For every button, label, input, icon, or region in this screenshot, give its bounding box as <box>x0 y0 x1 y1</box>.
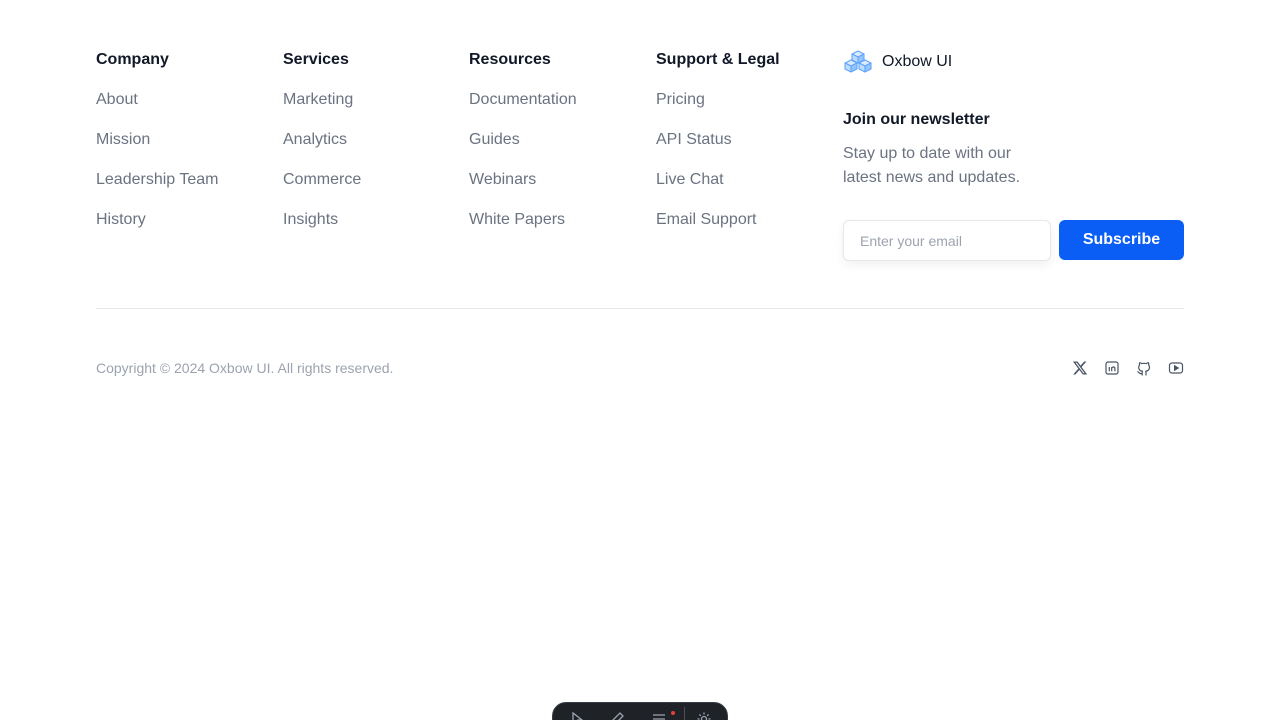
footer-columns: Company About Mission Leadership Team Hi… <box>96 50 1184 270</box>
notification-dot <box>671 711 675 715</box>
email-input[interactable] <box>843 220 1051 261</box>
footer-link-api-status[interactable]: API Status <box>656 131 732 148</box>
footer-bottom-bar: Copyright © 2024 Oxbow UI. All rights re… <box>96 358 1184 378</box>
cubes-logo-icon <box>843 50 873 74</box>
newsletter-title: Join our newsletter <box>843 111 990 128</box>
brand[interactable]: Oxbow UI <box>843 50 952 74</box>
footer-link-documentation[interactable]: Documentation <box>469 91 577 108</box>
footer-link-history[interactable]: History <box>96 211 146 228</box>
settings-icon[interactable] <box>696 711 712 720</box>
linkedin-icon[interactable] <box>1104 360 1120 376</box>
x-icon[interactable] <box>1072 360 1088 376</box>
footer-link-leadership-team[interactable]: Leadership Team <box>96 171 218 188</box>
footer-link-webinars[interactable]: Webinars <box>469 171 536 188</box>
footer-link-insights[interactable]: Insights <box>283 211 338 228</box>
footer-link-mission[interactable]: Mission <box>96 131 150 148</box>
menu-icon[interactable] <box>651 711 667 720</box>
footer-link-email-support[interactable]: Email Support <box>656 211 757 228</box>
footer-link-guides[interactable]: Guides <box>469 131 520 148</box>
footer-link-commerce[interactable]: Commerce <box>283 171 361 188</box>
copyright-text: Copyright © 2024 Oxbow UI. All rights re… <box>96 360 394 376</box>
newsletter-description: Stay up to date with our latest news and… <box>843 145 1021 186</box>
newsletter-section: Join our newsletter Stay up to date with… <box>843 110 1184 261</box>
newsletter-form: Subscribe <box>843 220 1184 261</box>
pointer-icon[interactable] <box>569 711 585 720</box>
footer-column-company: Company About Mission Leadership Team Hi… <box>96 50 218 250</box>
footer-column-services: Services Marketing Analytics Commerce In… <box>283 50 361 250</box>
footer-column-support-legal: Support & Legal Pricing API Status Live … <box>656 50 780 250</box>
github-icon[interactable] <box>1136 360 1152 376</box>
column-title: Resources <box>469 51 551 68</box>
footer-link-white-papers[interactable]: White Papers <box>469 211 565 228</box>
footer-divider <box>96 308 1184 309</box>
footer-column-resources: Resources Documentation Guides Webinars … <box>469 50 577 250</box>
pen-icon[interactable] <box>609 711 625 720</box>
column-title: Services <box>283 51 349 68</box>
youtube-icon[interactable] <box>1168 360 1184 376</box>
toolbar-dock <box>552 702 728 720</box>
footer-link-marketing[interactable]: Marketing <box>283 91 353 108</box>
footer-link-pricing[interactable]: Pricing <box>656 91 705 108</box>
column-title: Company <box>96 51 169 68</box>
social-links <box>1072 360 1184 376</box>
footer-link-live-chat[interactable]: Live Chat <box>656 171 724 188</box>
footer-link-analytics[interactable]: Analytics <box>283 131 347 148</box>
column-title: Support & Legal <box>656 51 780 68</box>
subscribe-button[interactable]: Subscribe <box>1059 220 1184 260</box>
brand-name: Oxbow UI <box>882 53 953 70</box>
dock-separator <box>684 707 685 720</box>
footer-link-about[interactable]: About <box>96 91 138 108</box>
